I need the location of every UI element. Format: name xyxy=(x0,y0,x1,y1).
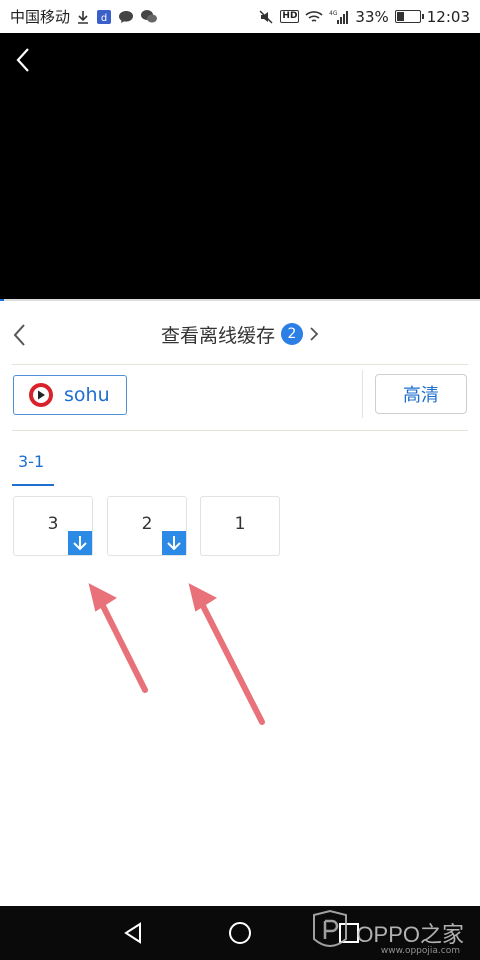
sohu-logo-icon xyxy=(28,382,54,408)
wechat-icon xyxy=(140,9,158,24)
download-icon xyxy=(68,531,92,555)
source-label: sohu xyxy=(64,384,110,406)
watermark-url: www.oppojia.com xyxy=(380,946,460,956)
battery-percent: 33% xyxy=(355,7,389,26)
message-icon xyxy=(118,10,134,24)
episode-item[interactable]: 3 xyxy=(13,496,93,556)
vertical-divider xyxy=(362,370,363,418)
hd-badge: HD xyxy=(280,10,300,23)
annotation-arrow xyxy=(88,583,148,693)
episode-item[interactable]: 2 xyxy=(107,496,187,556)
nav-back-icon[interactable] xyxy=(118,918,148,948)
chevron-right-icon xyxy=(309,326,319,342)
panel-back-icon[interactable] xyxy=(10,322,32,348)
watermark-brand: OPPO之家 xyxy=(356,922,464,947)
app-notification-icon: d xyxy=(96,9,112,25)
episode-item[interactable]: 1 xyxy=(200,496,280,556)
battery-icon xyxy=(394,10,424,23)
page-title: 查看离线缓存 xyxy=(160,324,275,347)
svg-text:4G: 4G xyxy=(329,10,338,17)
nav-home-icon[interactable] xyxy=(225,918,255,948)
download-icon xyxy=(76,10,90,24)
clock: 12:03 xyxy=(426,7,470,26)
back-arrow-icon[interactable] xyxy=(12,45,36,75)
offline-cache-link[interactable]: 查看离线缓存 2 xyxy=(161,321,319,348)
offline-cache-header: 查看离线缓存 2 xyxy=(0,306,480,362)
tab-3-1[interactable]: 3-1 xyxy=(12,450,54,486)
wifi-icon xyxy=(305,10,323,24)
svg-text:d: d xyxy=(101,13,107,24)
episode-number: 1 xyxy=(234,514,246,534)
divider xyxy=(12,364,468,365)
video-player[interactable] xyxy=(0,33,480,301)
annotation-arrow xyxy=(188,583,265,725)
status-bar: 中国移动 d HD 4G 33% 12:03 xyxy=(0,0,480,33)
watermark-logo-icon xyxy=(310,909,350,957)
carrier-name: 中国移动 xyxy=(10,8,71,26)
cache-count-badge: 2 xyxy=(281,323,303,345)
signal-icon: 4G xyxy=(329,10,349,24)
video-progress-fill xyxy=(0,299,4,301)
quality-button[interactable]: 高清 xyxy=(375,374,467,414)
tab-label: 3-1 xyxy=(18,452,45,471)
watermark: OPPO之家 www.oppojia.com xyxy=(310,906,464,960)
tab-underline xyxy=(12,484,54,486)
download-icon xyxy=(162,531,186,555)
source-selector[interactable]: sohu xyxy=(13,375,127,415)
source-row: sohu 高清 xyxy=(0,366,480,430)
mute-icon xyxy=(258,9,274,25)
video-progress-bar[interactable] xyxy=(0,299,480,301)
divider xyxy=(12,430,468,431)
navigation-bar: OPPO之家 www.oppojia.com xyxy=(0,906,480,960)
